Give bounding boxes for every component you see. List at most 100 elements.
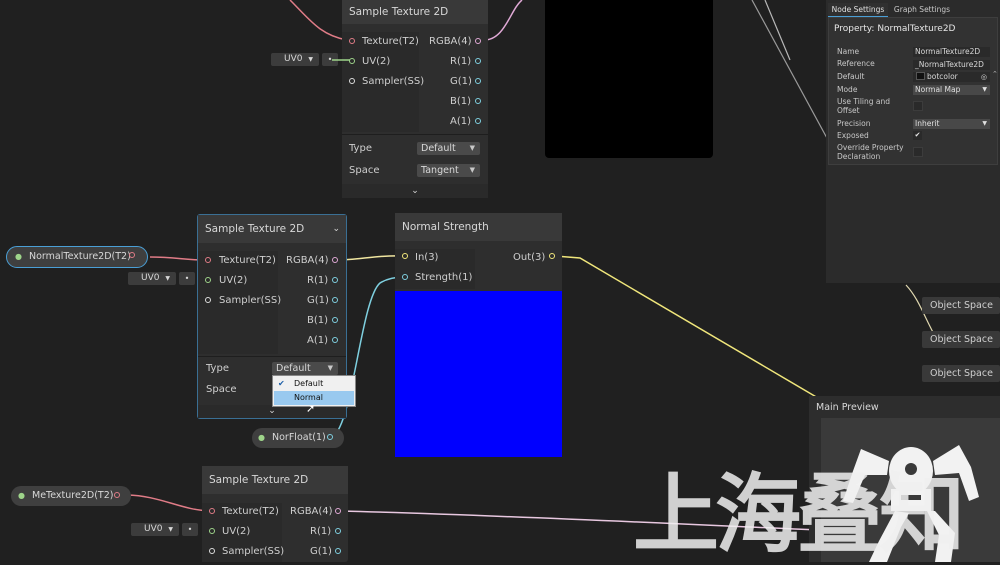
inspector-label-reference: Reference (837, 59, 875, 68)
port-r-out[interactable] (332, 277, 338, 283)
uv-field-top[interactable]: UV0 ▼ (271, 53, 319, 66)
space-dropdown[interactable]: Tangent ▼ (417, 164, 480, 177)
port-g-out[interactable] (335, 548, 341, 554)
chevron-down-icon: ⌄ (411, 186, 419, 196)
sample-texture-node-bottom[interactable]: Sample Texture 2D Texture(T2) UV(2) Samp… (202, 466, 348, 562)
property-dot-icon: ● (15, 252, 22, 261)
type-label: Type (206, 363, 229, 374)
type-dropdown-value: Default (276, 363, 311, 374)
port-label-g: G(1) (450, 76, 472, 87)
watermark: 上海叠知 (633, 465, 965, 565)
inspector-mode-dropdown[interactable]: Normal Map ▼ (913, 85, 990, 95)
inspector-tab-graph-settings[interactable]: Graph Settings (892, 3, 952, 16)
port-label-a: A(1) (450, 116, 472, 127)
collapse-bar[interactable]: ⌄ (342, 184, 488, 198)
port-r-out[interactable] (335, 528, 341, 534)
slot-label: Object Space (930, 334, 993, 345)
node-header[interactable]: Sample Texture 2D (202, 466, 348, 494)
type-dropdown[interactable]: Default ▼ (272, 362, 338, 375)
slot-label: Object Space (930, 368, 993, 379)
port-texture-in[interactable] (209, 508, 215, 514)
exposed-checkbox[interactable]: ✔ (913, 131, 922, 140)
space-dropdown-value: Tangent (421, 165, 459, 176)
inspector-label-precision: Precision (837, 119, 871, 128)
target-icon[interactable]: ◎ (981, 72, 987, 82)
inspector-precision-dropdown[interactable]: Inherit ▼ (913, 119, 990, 129)
sample-texture-node-top[interactable]: Sample Texture 2D Texture(T2) UV(2) Samp… (342, 0, 488, 198)
property-port[interactable] (114, 492, 120, 498)
port-b-out[interactable] (332, 317, 338, 323)
port-uv-in[interactable] (205, 277, 211, 283)
inspector-tab-node-settings[interactable]: Node Settings (828, 3, 888, 17)
chevron-down-icon: ▼ (469, 166, 475, 174)
wire-top-right-1 (751, 0, 829, 141)
texture-swatch-icon (916, 72, 925, 80)
property-port[interactable] (327, 434, 333, 440)
uv-field-value: UV0 (284, 54, 303, 64)
port-b-out[interactable] (475, 98, 481, 104)
graph-inspector: Node Settings Graph Settings Property: N… (826, 0, 1000, 283)
port-sampler-in[interactable] (205, 297, 211, 303)
port-rgba-out[interactable] (475, 38, 481, 44)
object-space-slot-2[interactable]: Object Space (922, 331, 1000, 348)
port-label-b: B(1) (307, 315, 329, 326)
port-texture-in[interactable] (205, 257, 211, 263)
port-label-strength: Strength(1) (415, 272, 473, 283)
property-port[interactable] (129, 252, 135, 258)
port-label-r: R(1) (310, 526, 332, 537)
chevron-down-icon[interactable]: ⌄ (332, 215, 340, 243)
port-rgba-out[interactable] (332, 257, 338, 263)
node-header[interactable]: Sample Texture 2D (342, 0, 488, 24)
chevron-down-icon: ▼ (308, 56, 313, 63)
port-r-out[interactable] (475, 58, 481, 64)
override-label-text: Override Property Declaration (837, 143, 904, 161)
port-sampler-in[interactable] (349, 78, 355, 84)
inspector-label-name: Name (837, 47, 860, 56)
port-label-texture: Texture(T2) (219, 255, 276, 266)
property-normal-texture[interactable]: ● NormalTexture2D(T2) (6, 246, 148, 268)
mouse-cursor-icon: ➚ (306, 402, 316, 415)
object-space-slot-1[interactable]: Object Space (922, 297, 1000, 314)
node-header[interactable]: Sample Texture 2D ⌄ (198, 215, 346, 243)
texture-preview-black (545, 0, 713, 158)
port-uv-in[interactable] (209, 528, 215, 534)
uv-field-bottom[interactable]: UV0 ▼ (131, 523, 179, 536)
port-rgba-out[interactable] (335, 508, 341, 514)
port-a-out[interactable] (332, 337, 338, 343)
inspector-title: Property: NormalTexture2D (834, 24, 956, 34)
port-g-out[interactable] (475, 78, 481, 84)
port-a-out[interactable] (475, 118, 481, 124)
wire-out (554, 255, 819, 399)
node-title: Sample Texture 2D (205, 223, 305, 235)
uv-wire-top (332, 59, 350, 61)
tiling-label-text: Use Tiling and Offset (837, 97, 891, 115)
property-nor-float[interactable]: ● NorFloat(1) (252, 428, 344, 448)
port-strength[interactable] (402, 274, 408, 280)
port-sampler-in[interactable] (209, 548, 215, 554)
object-space-slot-3[interactable]: Object Space (922, 365, 1000, 382)
port-out[interactable] (549, 253, 555, 259)
dropdown-option-default[interactable]: ✔ Default (274, 377, 354, 391)
port-in[interactable] (402, 253, 408, 259)
node-header[interactable]: Normal Strength (395, 213, 562, 241)
port-texture-in[interactable] (349, 38, 355, 44)
port-g-out[interactable] (332, 297, 338, 303)
property-me-texture[interactable]: ● MeTexture2D(T2) (11, 486, 131, 506)
chevron-down-icon: ▼ (327, 364, 333, 372)
normal-strength-node[interactable]: Normal Strength In(3) Strength(1) Out(3) (395, 213, 562, 457)
override-checkbox[interactable] (913, 147, 923, 157)
uv-field-mid[interactable]: UV0 ▼ (128, 272, 176, 285)
uv-field-value: UV0 (144, 524, 163, 534)
inspector-default-field[interactable]: botcolor ◎ (913, 72, 990, 82)
scroll-arrow-icon[interactable]: ⌃ (992, 70, 998, 78)
uv-connector-mid: • (179, 272, 195, 285)
type-dropdown[interactable]: Default ▼ (417, 142, 480, 155)
inspector-name-field[interactable]: NormalTexture2D (913, 47, 990, 57)
tiling-checkbox[interactable] (913, 101, 923, 111)
checkmark-icon: ✔ (914, 131, 921, 139)
chevron-down-icon: ▼ (469, 144, 475, 152)
port-label-r: R(1) (307, 275, 329, 286)
inspector-reference-field[interactable]: _NormalTexture2D (913, 60, 990, 70)
node-title: Sample Texture 2D (209, 474, 309, 486)
slot-label: Object Space (930, 300, 993, 311)
